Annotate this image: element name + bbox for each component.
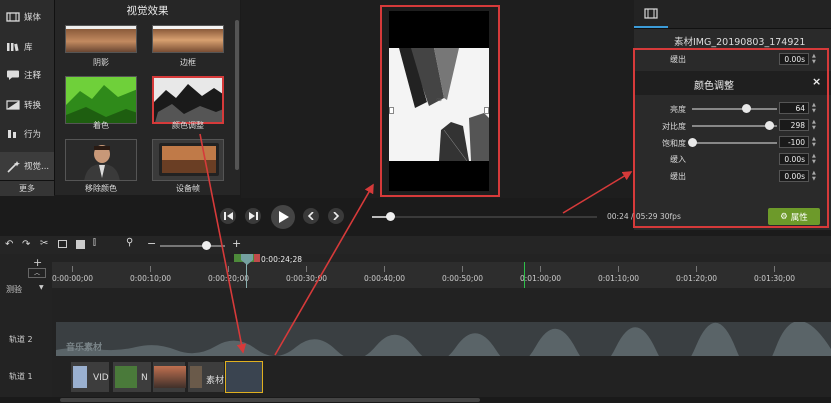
- annotation-arrows: [199, 133, 633, 356]
